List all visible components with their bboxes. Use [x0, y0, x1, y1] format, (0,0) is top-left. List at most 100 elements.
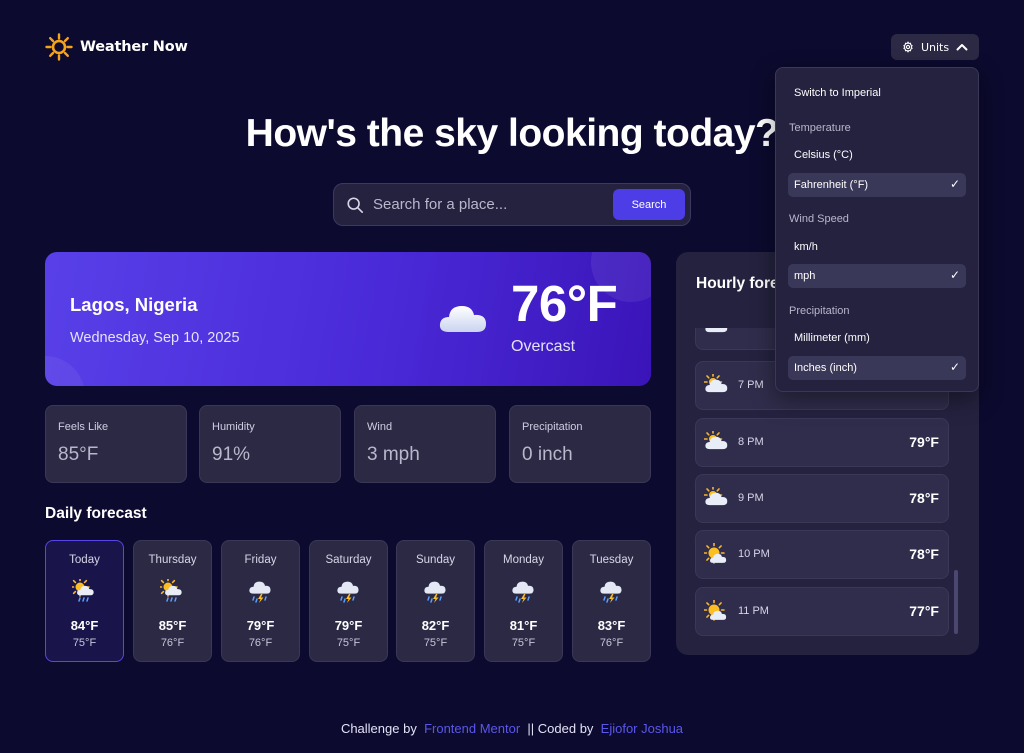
day-high-temp: 81°F: [509, 618, 538, 633]
hour-temp: 78°F: [909, 490, 939, 506]
day-card-monday[interactable]: Monday 81°F 75°F: [484, 540, 563, 662]
current-condition: Overcast: [511, 338, 576, 355]
hour-row: 10 PM 78°F: [695, 530, 949, 579]
hour-temp: 77°F: [909, 603, 939, 619]
day-card-sunday[interactable]: Sunday 82°F 75°F: [396, 540, 475, 662]
footer: Challenge by Frontend Mentor || Coded by…: [0, 721, 1024, 736]
day-name: Friday: [244, 554, 277, 566]
hour-row: 9 PM 78°F: [695, 474, 949, 523]
option-label: mph: [794, 270, 816, 282]
units-button[interactable]: Units: [891, 34, 979, 60]
footer-middle: || Coded by: [527, 721, 594, 736]
day-name: Saturday: [325, 554, 372, 566]
sun-rain-icon: [46, 579, 123, 605]
option-label: km/h: [794, 241, 818, 253]
partly-cloudy-icon: [704, 328, 730, 344]
search-bar: Search: [333, 183, 691, 226]
stat-label: Wind: [367, 421, 393, 433]
footer-prefix: Challenge by: [340, 721, 417, 736]
current-weather-card: Lagos, Nigeria Wednesday, Sep 10, 2025 7…: [45, 252, 651, 386]
stat-value: 85°F: [58, 444, 99, 465]
day-card-thursday[interactable]: Thursday 85°F 76°F: [133, 540, 212, 662]
current-temperature: 76°F: [511, 275, 618, 332]
author-link[interactable]: Ejiofor Joshua: [601, 721, 683, 736]
units-label: Units: [920, 40, 950, 54]
thunderstorm-icon: [485, 579, 562, 605]
day-name: Tuesday: [589, 554, 634, 566]
checkmark-icon: ✓: [949, 360, 960, 374]
hour-temp: 78°F: [909, 546, 939, 562]
sun-cloud-icon: [703, 599, 730, 630]
current-location: Lagos, Nigeria: [70, 294, 198, 315]
sun-rain-icon: [134, 579, 211, 605]
scrollbar-thumb[interactable]: [954, 570, 958, 634]
day-high-temp: 83°F: [597, 618, 626, 633]
partly-cloudy-icon: [703, 429, 730, 461]
temperature-heading: Temperature: [789, 122, 851, 134]
option-kmh[interactable]: km/h: [788, 235, 966, 259]
switch-imperial-button[interactable]: Switch to Imperial: [794, 87, 881, 99]
day-card-today[interactable]: Today 84°F 75°F: [45, 540, 124, 662]
day-low-temp: 76°F: [160, 637, 185, 649]
option-label: Fahrenheit (°F): [794, 179, 869, 191]
day-low-temp: 75°F: [336, 637, 361, 649]
hour-time: 7 PM: [738, 379, 764, 391]
day-name: Today: [69, 554, 100, 566]
day-card-friday[interactable]: Friday 79°F 76°F: [221, 540, 300, 662]
option-label: Inches (inch): [794, 362, 857, 374]
hour-time: 10 PM: [738, 548, 770, 560]
hour-time: 6 PM: [738, 328, 764, 331]
stat-wind: Wind 3 mph: [354, 405, 496, 483]
stat-feels-like: Feels Like 85°F: [45, 405, 187, 483]
hour-time: 11 PM: [738, 605, 769, 617]
units-dropdown: Switch to Imperial Temperature Celsius (…: [775, 67, 979, 392]
day-name: Thursday: [148, 554, 197, 566]
sun-cloud-icon: [703, 542, 730, 573]
stat-label: Precipitation: [522, 421, 583, 433]
app-logo[interactable]: Weather Now: [45, 33, 188, 61]
frontend-mentor-link[interactable]: Frontend Mentor: [424, 721, 520, 736]
stat-label: Feels Like: [58, 421, 109, 433]
search-input[interactable]: [373, 196, 613, 213]
wind-speed-heading: Wind Speed: [789, 213, 849, 225]
gear-icon: [903, 41, 913, 53]
option-label: Celsius (°C): [794, 149, 853, 161]
stat-label: Humidity: [212, 421, 255, 433]
day-low-temp: 76°F: [599, 637, 624, 649]
hour-row: 11 PM 77°F: [695, 587, 949, 636]
day-card-saturday[interactable]: Saturday 79°F 75°F: [309, 540, 388, 662]
day-low-temp: 76°F: [248, 637, 273, 649]
day-card-tuesday[interactable]: Tuesday 83°F 76°F: [572, 540, 651, 662]
partly-cloudy-icon: [703, 485, 730, 517]
option-millimeter[interactable]: Millimeter (mm): [788, 326, 966, 350]
day-name: Monday: [503, 554, 544, 566]
day-high-temp: 79°F: [334, 618, 363, 633]
day-high-temp: 79°F: [246, 618, 275, 633]
search-icon: [347, 196, 364, 213]
cloud-icon: [439, 306, 486, 332]
hour-time: 8 PM: [738, 436, 764, 448]
sun-logo-icon: [45, 33, 73, 61]
partly-cloudy-icon: [703, 372, 730, 404]
day-low-temp: 75°F: [72, 637, 97, 649]
thunderstorm-icon: [573, 579, 650, 605]
hour-time: 9 PM: [738, 492, 764, 504]
stat-value: 91%: [212, 444, 251, 465]
search-button[interactable]: Search: [613, 189, 685, 220]
option-celsius[interactable]: Celsius (°C): [788, 143, 966, 167]
chevron-up-icon: [956, 44, 968, 51]
daily-forecast-heading: Daily forecast: [45, 505, 147, 522]
precipitation-heading: Precipitation: [789, 305, 850, 317]
option-fahrenheit[interactable]: Fahrenheit (°F) ✓: [788, 173, 966, 197]
checkmark-icon: ✓: [949, 268, 960, 282]
option-label: Millimeter (mm): [794, 332, 870, 344]
thunderstorm-icon: [310, 579, 387, 605]
stat-humidity: Humidity 91%: [199, 405, 341, 483]
current-date: Wednesday, Sep 10, 2025: [70, 330, 240, 346]
stat-value: 3 mph: [367, 444, 420, 465]
day-low-temp: 75°F: [511, 637, 536, 649]
thunderstorm-icon: [222, 579, 299, 605]
option-inches[interactable]: Inches (inch) ✓: [788, 356, 966, 380]
option-mph[interactable]: mph ✓: [788, 264, 966, 288]
day-low-temp: 75°F: [423, 637, 448, 649]
